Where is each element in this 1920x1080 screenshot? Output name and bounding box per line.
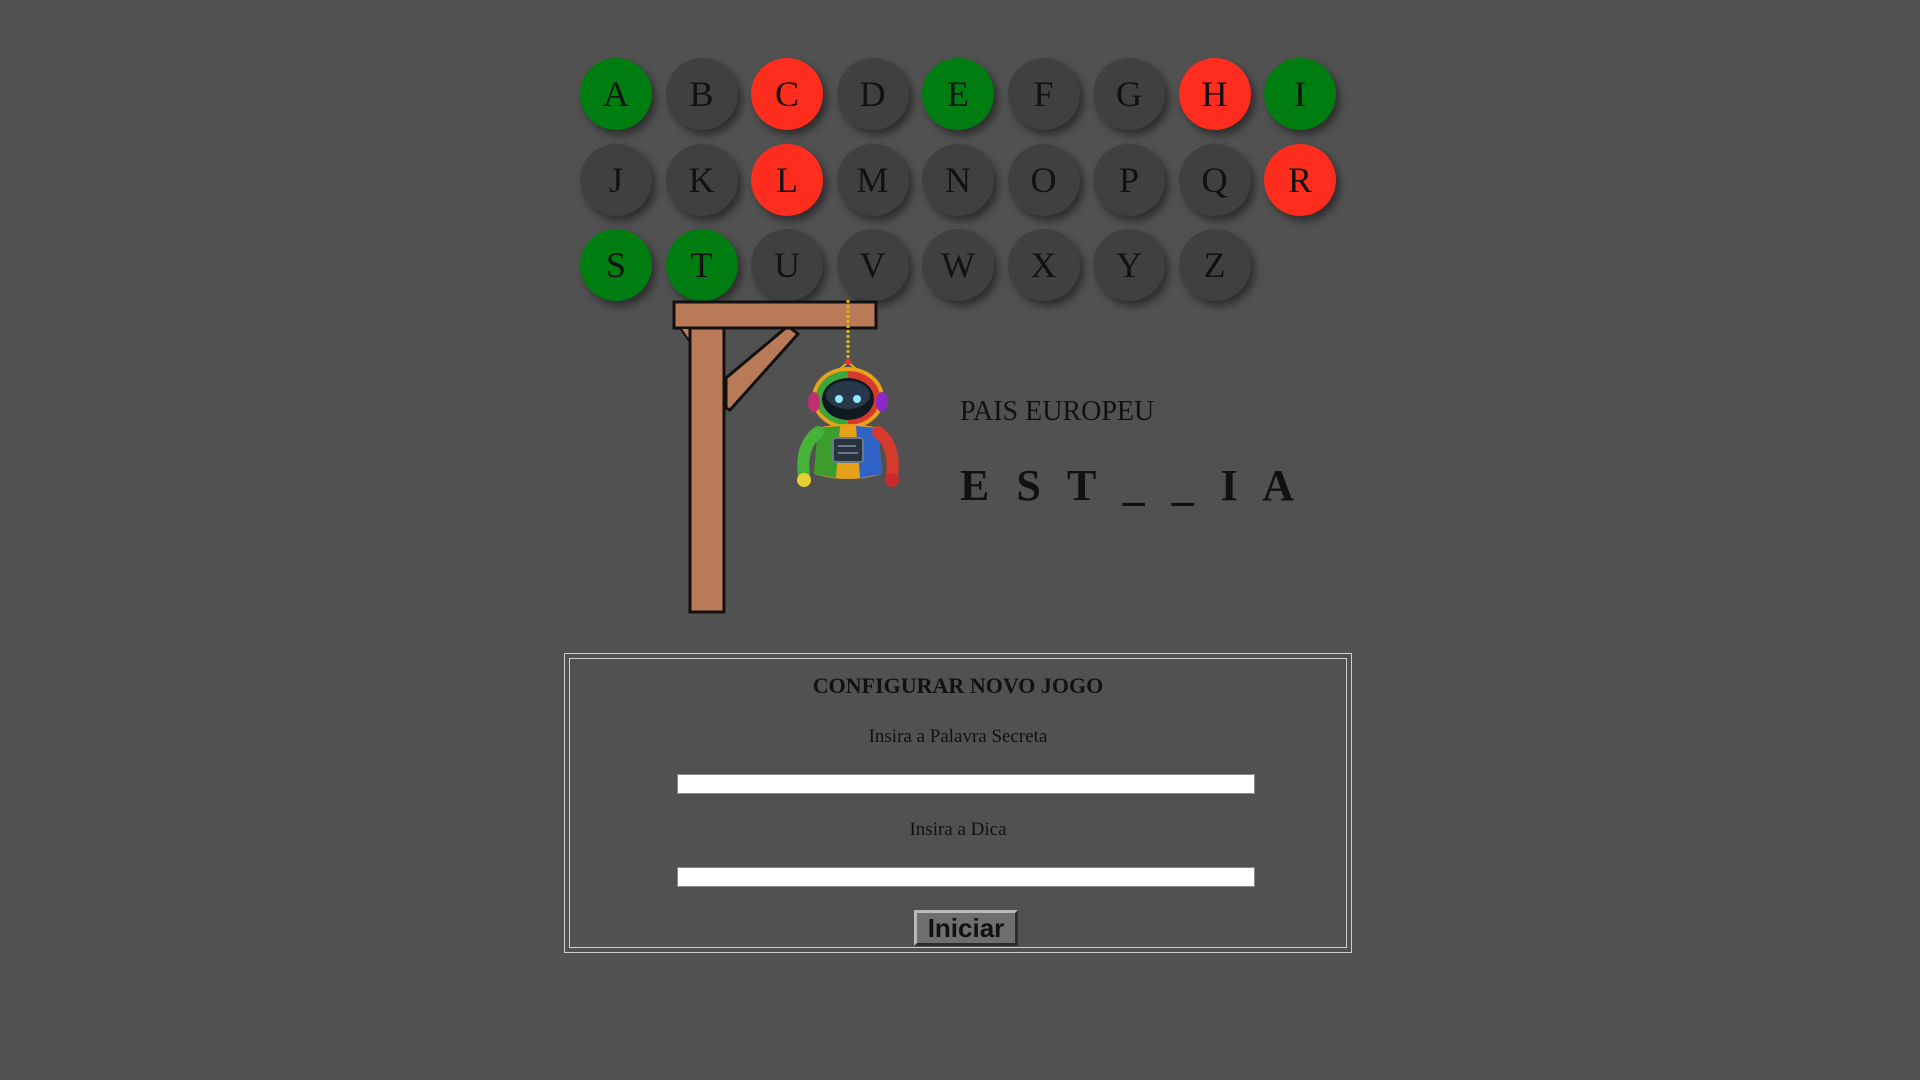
letter-key-n[interactable]: N — [922, 143, 994, 216]
gallows-post — [688, 326, 726, 614]
letter-key-v[interactable]: V — [836, 229, 909, 301]
hint-input[interactable] — [677, 867, 1255, 887]
letter-key-x[interactable]: X — [1007, 229, 1080, 301]
gallows-beam — [672, 300, 878, 330]
secret-word-label: Insira a Palavra Secreta — [868, 726, 1048, 747]
letter-key-q[interactable]: Q — [1178, 143, 1251, 216]
secret-word-input[interactable] — [677, 774, 1255, 794]
letter-key-i[interactable]: I — [1264, 58, 1336, 130]
hint-label: Insira a Dica — [909, 819, 1007, 840]
letter-key-z[interactable]: Z — [1178, 229, 1251, 301]
letter-key-p[interactable]: P — [1093, 143, 1165, 216]
letter-key-t[interactable]: T — [665, 229, 738, 301]
letter-key-m[interactable]: M — [836, 143, 909, 216]
letter-key-f[interactable]: F — [1007, 58, 1080, 130]
letter-key-d[interactable]: D — [836, 58, 909, 130]
letter-key-c[interactable]: C — [751, 58, 823, 130]
letter-key-s[interactable]: S — [580, 229, 652, 301]
letter-key-y[interactable]: Y — [1093, 229, 1165, 301]
new-game-panel: CONFIGURAR NOVO JOGO Insira a Palavra Se… — [564, 653, 1352, 953]
letter-key-o[interactable]: O — [1007, 143, 1080, 216]
letter-key-a[interactable]: A — [580, 58, 652, 130]
letter-key-j[interactable]: J — [580, 143, 652, 216]
letter-key-w[interactable]: W — [922, 229, 994, 301]
letter-key-l[interactable]: L — [751, 143, 823, 216]
robot-icon — [797, 359, 899, 487]
gallows — [672, 300, 899, 614]
letter-key-g[interactable]: G — [1093, 58, 1165, 130]
letter-key-h[interactable]: H — [1178, 58, 1251, 130]
panel-title: CONFIGURAR NOVO JOGO — [812, 673, 1104, 698]
letter-key-u[interactable]: U — [751, 229, 823, 301]
new-game-panel-inner: CONFIGURAR NOVO JOGO Insira a Palavra Se… — [569, 658, 1347, 948]
start-button[interactable]: Iniciar — [914, 910, 1018, 946]
hint-text: PAIS EUROPEU — [960, 396, 1155, 427]
letter-key-e[interactable]: E — [922, 58, 994, 130]
letter-key-k[interactable]: K — [665, 143, 738, 216]
secret-word-display: E S T _ _ I A — [960, 461, 1303, 510]
letter-key-r[interactable]: R — [1264, 143, 1336, 216]
letter-key-b[interactable]: B — [665, 58, 738, 130]
